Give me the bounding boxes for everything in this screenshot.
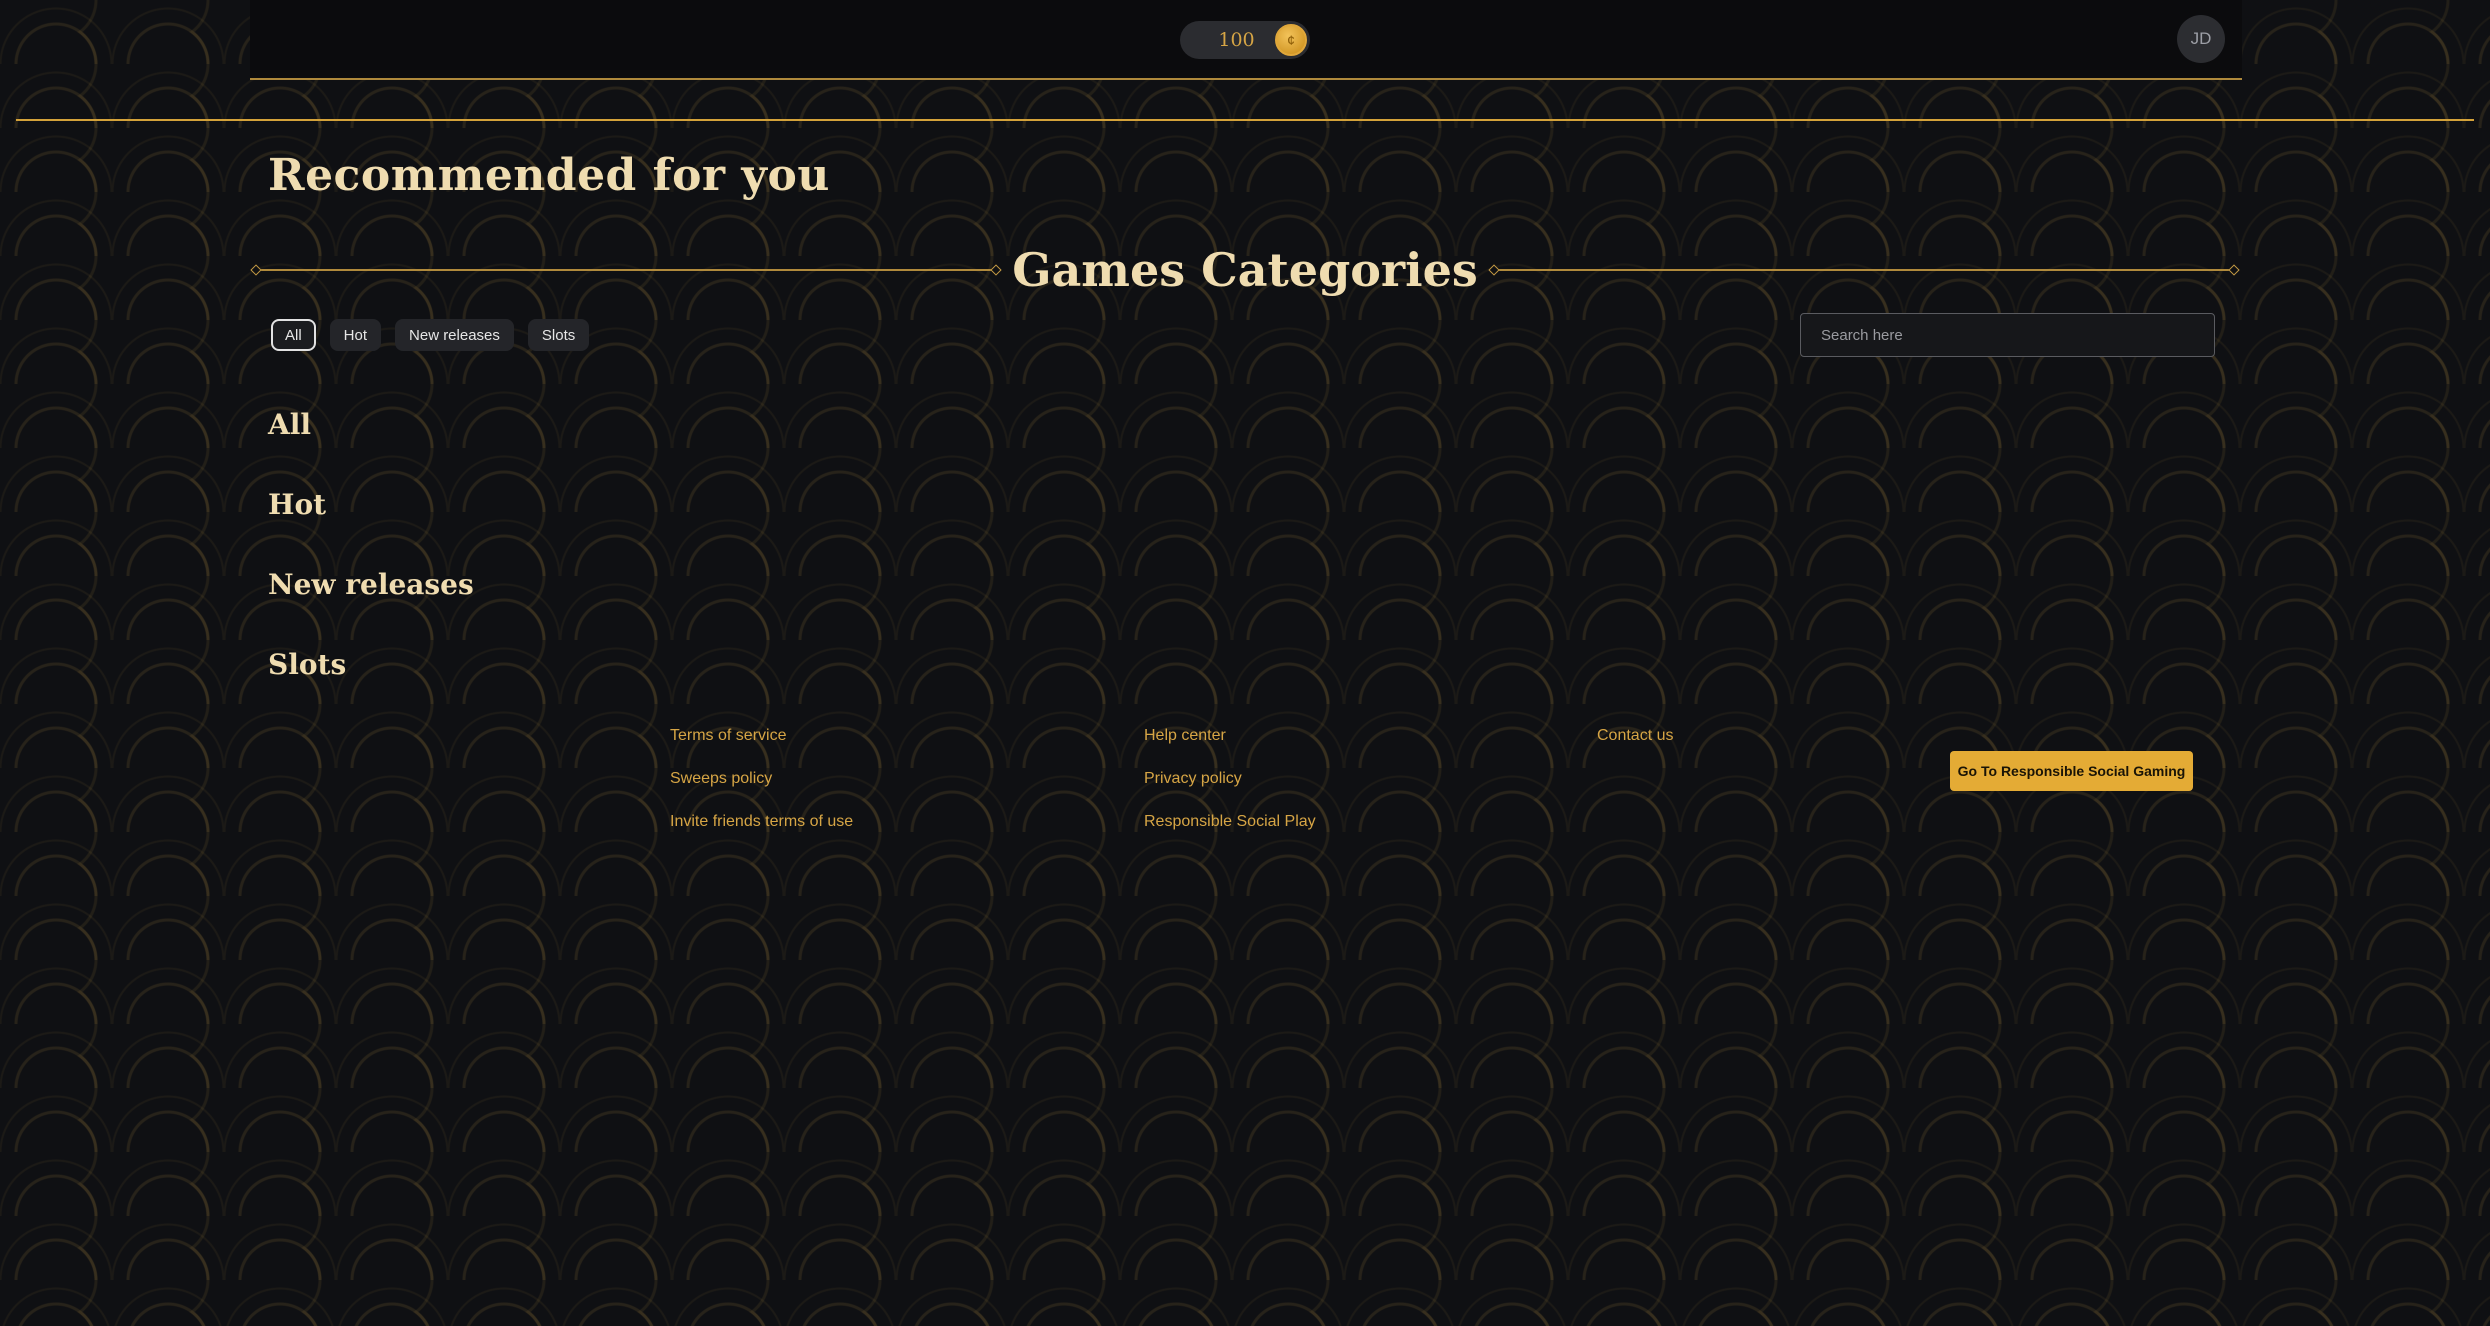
responsible-social-gaming-button[interactable]: Go To Responsible Social Gaming <box>1950 751 2193 791</box>
avatar[interactable]: JD <box>2177 15 2225 63</box>
left-ornament-line <box>256 269 997 271</box>
category-filters: All Hot New releases Slots <box>271 319 590 351</box>
filter-chip-new-releases[interactable]: New releases <box>395 319 514 351</box>
footer-link-terms-of-service[interactable]: Terms of service <box>670 727 786 745</box>
footer-link-privacy-policy[interactable]: Privacy policy <box>1144 770 1242 788</box>
footer-link-responsible-social-play[interactable]: Responsible Social Play <box>1144 813 1316 831</box>
footer-link-contact-us[interactable]: Contact us <box>1597 727 1673 745</box>
footer-link-invite-friends-terms[interactable]: Invite friends terms of use <box>670 813 853 831</box>
coin-balance-pill[interactable]: 100 ¢ <box>1180 21 1310 59</box>
search-input[interactable] <box>1800 313 2215 357</box>
filter-chip-slots[interactable]: Slots <box>527 319 590 351</box>
footer-link-sweeps-policy[interactable]: Sweeps policy <box>670 770 772 788</box>
section-heading-slots: Slots <box>268 648 347 681</box>
categories-title: Games Categories <box>1012 243 1478 297</box>
section-heading-new-releases: New releases <box>268 568 474 601</box>
coin-balance-value: 100 <box>1218 29 1255 51</box>
section-heading-all: All <box>268 408 311 441</box>
top-bar: 100 ¢ JD <box>250 0 2242 80</box>
filter-chip-hot[interactable]: Hot <box>329 319 382 351</box>
filter-chip-all[interactable]: All <box>271 319 316 351</box>
header-divider <box>16 119 2474 121</box>
coin-icon: ¢ <box>1275 24 1307 56</box>
categories-header: Games Categories <box>256 240 2234 300</box>
recommended-title: Recommended for you <box>268 150 830 201</box>
right-ornament-line <box>1493 269 2234 271</box>
section-heading-hot: Hot <box>268 488 327 521</box>
footer-link-help-center[interactable]: Help center <box>1144 727 1226 745</box>
